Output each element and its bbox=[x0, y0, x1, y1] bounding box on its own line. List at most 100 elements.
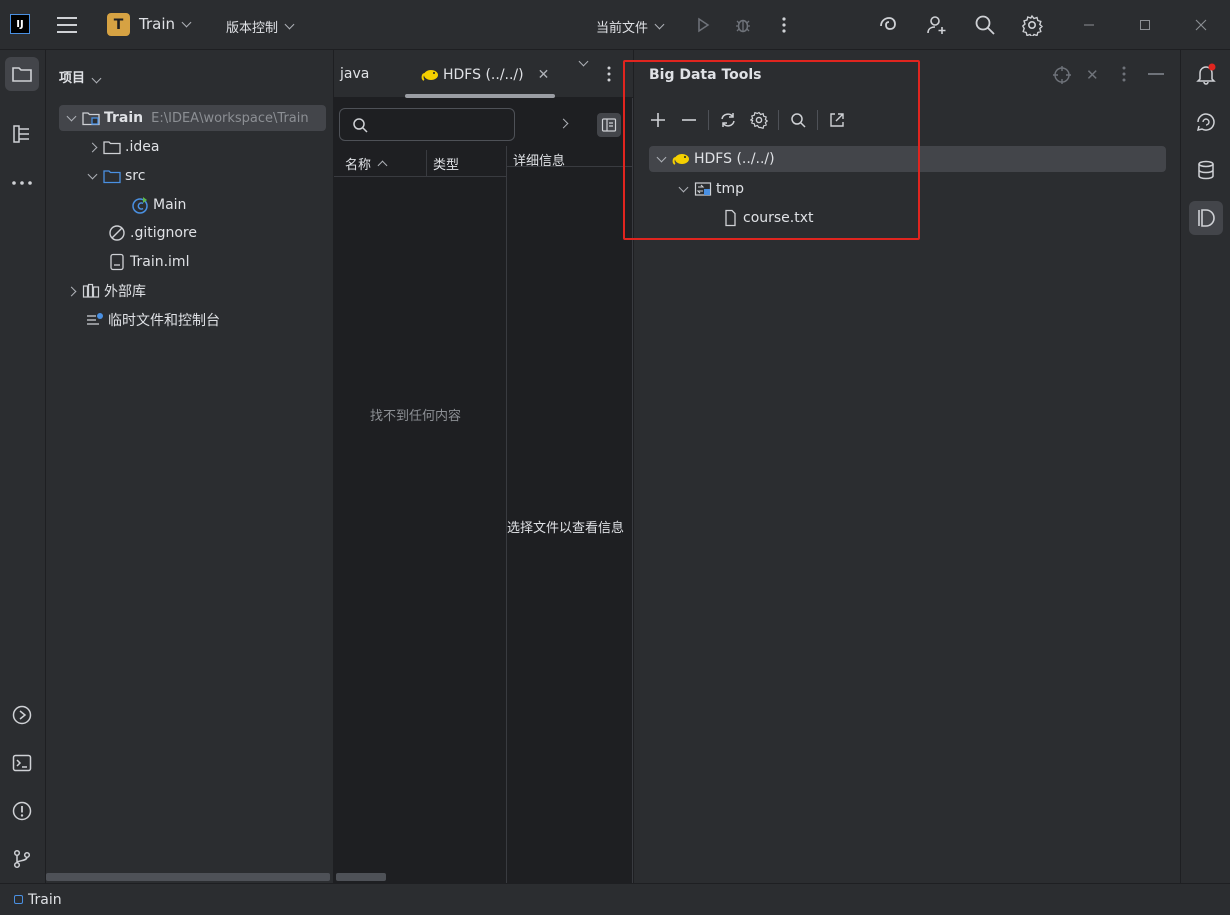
details-toggle-icon[interactable] bbox=[597, 113, 621, 137]
minimize-icon[interactable] bbox=[1077, 13, 1101, 37]
tab-list-dropdown[interactable] bbox=[572, 56, 589, 67]
pane-divider[interactable] bbox=[506, 146, 507, 883]
tree-label-external-libs: 外部库 bbox=[104, 284, 146, 300]
status-project-name[interactable]: Train bbox=[28, 892, 62, 908]
settings-gear-icon[interactable] bbox=[747, 108, 771, 132]
expand-arrow-icon[interactable] bbox=[654, 150, 668, 168]
header-divider bbox=[334, 176, 506, 177]
right-tool-strip bbox=[1180, 50, 1230, 883]
collapse-all-icon[interactable]: ✕ bbox=[1086, 66, 1099, 84]
app-logo-text: IJ bbox=[16, 18, 24, 30]
tab-java[interactable]: java bbox=[340, 66, 369, 82]
bdt-tree-label-hdfs: HDFS (../../) bbox=[694, 151, 775, 167]
folder-icon bbox=[102, 138, 122, 156]
tree-row-scratches[interactable]: 临时文件和控制台 bbox=[85, 307, 220, 333]
database-icon[interactable] bbox=[1189, 153, 1223, 187]
bdt-tree-label-tmp: tmp bbox=[716, 181, 745, 197]
tab-more-icon[interactable] bbox=[607, 66, 611, 82]
scratches-icon bbox=[85, 311, 105, 329]
search-icon[interactable] bbox=[786, 108, 810, 132]
git-branch-icon[interactable] bbox=[5, 842, 39, 876]
panel-options-icon[interactable] bbox=[1122, 66, 1126, 86]
refresh-icon[interactable] bbox=[716, 108, 740, 132]
tree-row-project-root[interactable]: Train E:\IDEA\workspace\Train bbox=[59, 105, 326, 131]
column-header-name[interactable]: 名称 bbox=[345, 150, 388, 176]
close-window-icon[interactable] bbox=[1189, 13, 1213, 37]
big-data-tools-panel: Big Data Tools ✕ HDFS (../../) tmp cours… bbox=[634, 50, 1180, 883]
tree-row-src[interactable]: src bbox=[85, 163, 145, 189]
project-selector[interactable]: Train bbox=[139, 15, 192, 33]
toolbar-separator bbox=[817, 110, 818, 130]
remove-icon[interactable] bbox=[677, 108, 701, 132]
editor-area: java HDFS (../../) ✕ 名称 类型 详细信息 找不到任何内容 … bbox=[334, 50, 633, 883]
expand-arrow-icon[interactable] bbox=[64, 282, 78, 300]
expand-arrow-icon[interactable] bbox=[64, 109, 78, 127]
project-panel-header[interactable]: 项目 bbox=[59, 67, 102, 86]
bdt-tree-row-hdfs[interactable]: HDFS (../../) bbox=[649, 146, 1166, 172]
hide-panel-icon[interactable] bbox=[1148, 73, 1164, 75]
app-logo[interactable]: IJ bbox=[10, 14, 30, 34]
tree-row-iml[interactable]: Train.iml bbox=[107, 249, 189, 275]
run-icon[interactable] bbox=[691, 13, 715, 37]
more-options-icon[interactable] bbox=[772, 13, 796, 37]
debug-icon[interactable] bbox=[731, 13, 755, 37]
vcs-menu[interactable]: 版本控制 bbox=[226, 17, 295, 36]
project-folder-icon[interactable] bbox=[5, 57, 39, 91]
maximize-icon[interactable] bbox=[1133, 13, 1157, 37]
java-class-icon bbox=[130, 196, 150, 214]
expand-arrow-icon[interactable] bbox=[85, 167, 99, 185]
run-services-icon[interactable] bbox=[5, 698, 39, 732]
bdt-tree-row-tmp[interactable]: tmp bbox=[676, 176, 744, 202]
expand-arrow-icon[interactable] bbox=[676, 180, 690, 198]
open-external-icon[interactable] bbox=[825, 108, 849, 132]
ai-chat-icon[interactable] bbox=[1189, 105, 1223, 139]
text-file-icon bbox=[720, 209, 740, 227]
library-icon bbox=[81, 282, 101, 300]
close-tab-icon[interactable]: ✕ bbox=[538, 67, 550, 83]
title-bar: IJ T Train 版本控制 当前文件 bbox=[0, 0, 1230, 50]
ai-assistant-icon[interactable] bbox=[876, 13, 900, 37]
horizontal-scrollbar[interactable] bbox=[336, 873, 386, 881]
search-icon[interactable] bbox=[973, 13, 997, 37]
project-badge[interactable]: T bbox=[107, 13, 130, 36]
add-user-icon[interactable] bbox=[925, 13, 949, 37]
settings-gear-icon[interactable] bbox=[1020, 13, 1044, 37]
tree-label-src: src bbox=[125, 168, 146, 184]
toolbar-separator bbox=[708, 110, 709, 130]
ignored-file-icon bbox=[107, 224, 127, 242]
expand-arrow-icon[interactable] bbox=[85, 138, 99, 156]
search-icon bbox=[353, 117, 368, 133]
big-data-tools-icon[interactable] bbox=[1189, 201, 1223, 235]
remote-folder-icon bbox=[693, 180, 713, 198]
tree-row-main[interactable]: Main bbox=[130, 192, 186, 218]
hdfs-elephant-icon bbox=[671, 150, 691, 168]
tab-scroll-indicator bbox=[405, 94, 555, 98]
toolbar-separator bbox=[778, 110, 779, 130]
file-search-input[interactable] bbox=[339, 108, 515, 141]
tree-row-idea[interactable]: .idea bbox=[85, 134, 159, 160]
bdt-tree-row-course[interactable]: course.txt bbox=[720, 205, 814, 231]
locate-icon[interactable] bbox=[1052, 65, 1072, 89]
tree-row-external-libs[interactable]: 外部库 bbox=[64, 278, 146, 304]
notifications-icon[interactable] bbox=[1189, 57, 1223, 91]
more-tools-icon[interactable] bbox=[5, 166, 39, 200]
column-header-type[interactable]: 类型 bbox=[433, 150, 459, 176]
hdfs-elephant-icon bbox=[420, 66, 440, 84]
add-icon[interactable] bbox=[646, 108, 670, 132]
chevron-right-icon[interactable] bbox=[558, 116, 569, 131]
structure-icon[interactable] bbox=[5, 117, 39, 151]
left-tool-strip bbox=[0, 50, 46, 883]
tab-hdfs-label: HDFS (../../) bbox=[443, 67, 524, 83]
main-menu-icon[interactable] bbox=[56, 15, 78, 35]
project-panel: 项目 Train E:\IDEA\workspace\Train .idea s… bbox=[46, 50, 334, 883]
terminal-icon[interactable] bbox=[5, 746, 39, 780]
tree-row-gitignore[interactable]: .gitignore bbox=[107, 220, 197, 246]
empty-list-message: 找不到任何内容 bbox=[370, 409, 462, 424]
column-name-label: 名称 bbox=[345, 157, 372, 173]
tree-label-gitignore: .gitignore bbox=[130, 225, 197, 241]
problems-icon[interactable] bbox=[5, 794, 39, 828]
run-config-selector[interactable]: 当前文件 bbox=[596, 17, 665, 36]
horizontal-scrollbar[interactable] bbox=[46, 873, 330, 881]
tab-hdfs[interactable]: HDFS (../../) ✕ bbox=[420, 66, 549, 84]
chevron-down-icon bbox=[91, 73, 102, 84]
